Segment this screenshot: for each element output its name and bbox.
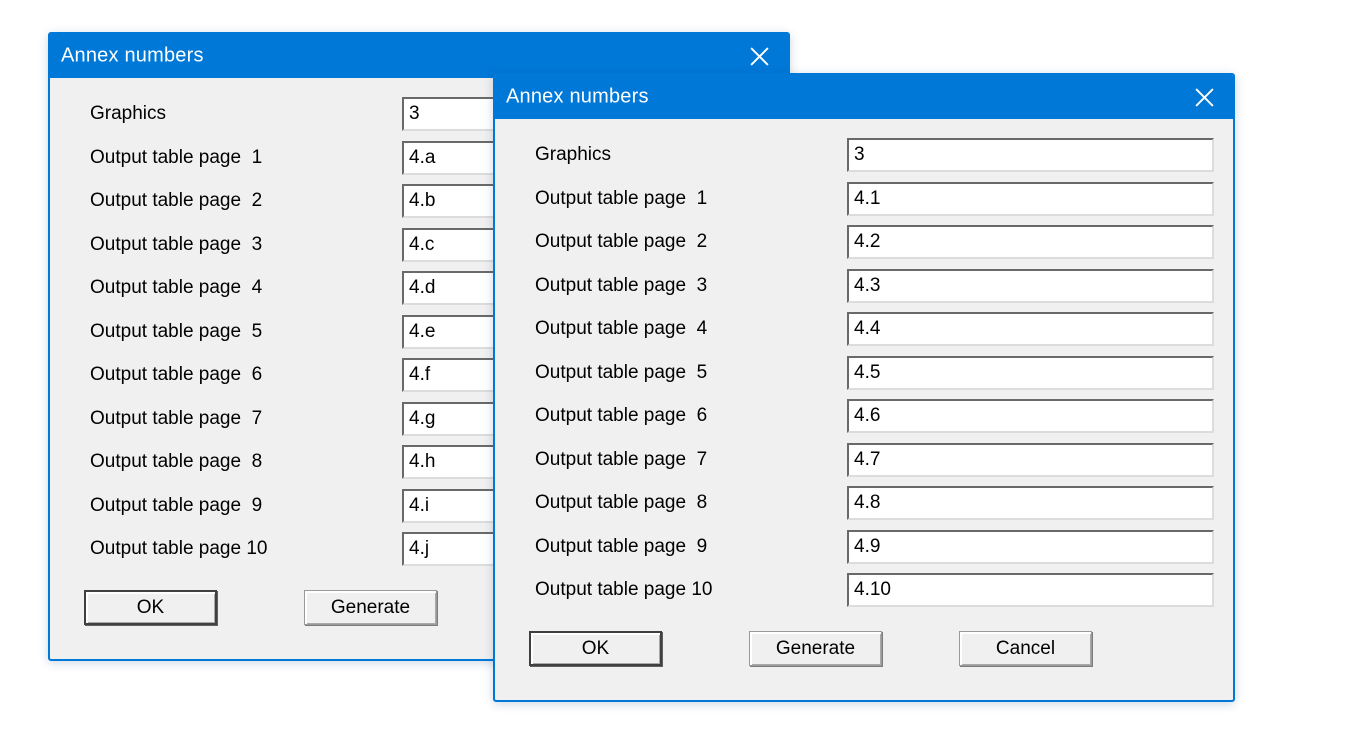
output-table-page-2-label: Output table page 2 xyxy=(90,190,262,212)
output-table-page-5-label: Output table page 5 xyxy=(535,362,707,384)
close-icon xyxy=(749,46,770,67)
cancel-button[interactable]: Cancel xyxy=(959,631,1092,666)
output-table-page-3-input[interactable] xyxy=(847,269,1214,303)
graphics-label: Graphics xyxy=(535,144,611,166)
close-button[interactable] xyxy=(1179,75,1229,119)
output-table-page-1-label: Output table page 1 xyxy=(90,147,262,169)
row-graphics: Graphics xyxy=(495,138,1233,172)
row-output-table-page-3: Output table page 3 xyxy=(495,269,1233,303)
row-output-table-page-5: Output table page 5 xyxy=(495,356,1233,390)
output-table-page-3-label: Output table page 3 xyxy=(535,275,707,297)
output-table-page-8-label: Output table page 8 xyxy=(535,492,707,514)
row-output-table-page-9: Output table page 9 xyxy=(495,530,1233,564)
output-table-page-7-input[interactable] xyxy=(847,443,1214,477)
output-table-page-7-label: Output table page 7 xyxy=(535,449,707,471)
output-table-page-10-input[interactable] xyxy=(847,573,1214,607)
output-table-page-1-input[interactable] xyxy=(847,182,1214,216)
row-output-table-page-7: Output table page 7 xyxy=(495,443,1233,477)
output-table-page-8-input[interactable] xyxy=(847,486,1214,520)
output-table-page-3-label: Output table page 3 xyxy=(90,234,262,256)
output-table-page-4-input[interactable] xyxy=(847,312,1214,346)
row-output-table-page-8: Output table page 8 xyxy=(495,486,1233,520)
output-table-page-2-label: Output table page 2 xyxy=(535,231,707,253)
row-output-table-page-4: Output table page 4 xyxy=(495,312,1233,346)
graphics-label: Graphics xyxy=(90,103,166,125)
output-table-page-6-label: Output table page 6 xyxy=(535,405,707,427)
graphics-input[interactable] xyxy=(847,138,1214,172)
output-table-page-9-input[interactable] xyxy=(847,530,1214,564)
ok-button[interactable]: OK xyxy=(529,631,662,666)
output-table-page-7-label: Output table page 7 xyxy=(90,408,262,430)
dialog-titlebar[interactable]: Annex numbers xyxy=(495,75,1233,119)
output-table-page-8-label: Output table page 8 xyxy=(90,451,262,473)
output-table-page-6-label: Output table page 6 xyxy=(90,364,262,386)
output-table-page-4-label: Output table page 4 xyxy=(535,318,707,340)
output-table-page-6-input[interactable] xyxy=(847,399,1214,433)
generate-button[interactable]: Generate xyxy=(749,631,882,666)
row-output-table-page-1: Output table page 1 xyxy=(495,182,1233,216)
close-icon xyxy=(1194,87,1215,108)
generate-button[interactable]: Generate xyxy=(304,590,437,625)
dialog-title: Annex numbers xyxy=(61,45,204,68)
output-table-page-5-input[interactable] xyxy=(847,356,1214,390)
output-table-page-1-label: Output table page 1 xyxy=(535,188,707,210)
row-output-table-page-10: Output table page 10 xyxy=(495,573,1233,607)
dialog-title: Annex numbers xyxy=(506,86,649,109)
output-table-page-5-label: Output table page 5 xyxy=(90,321,262,343)
row-output-table-page-6: Output table page 6 xyxy=(495,399,1233,433)
close-button[interactable] xyxy=(734,34,784,78)
output-table-page-4-label: Output table page 4 xyxy=(90,277,262,299)
output-table-page-10-label: Output table page 10 xyxy=(90,538,267,560)
ok-button[interactable]: OK xyxy=(84,590,217,625)
output-table-page-10-label: Output table page 10 xyxy=(535,579,712,601)
dialog-titlebar[interactable]: Annex numbers xyxy=(50,34,788,78)
row-output-table-page-2: Output table page 2 xyxy=(495,225,1233,259)
output-table-page-2-input[interactable] xyxy=(847,225,1214,259)
annex-numbers-dialog-front: Annex numbers Graphics Output table page… xyxy=(493,73,1235,702)
output-table-page-9-label: Output table page 9 xyxy=(535,536,707,558)
output-table-page-9-label: Output table page 9 xyxy=(90,495,262,517)
